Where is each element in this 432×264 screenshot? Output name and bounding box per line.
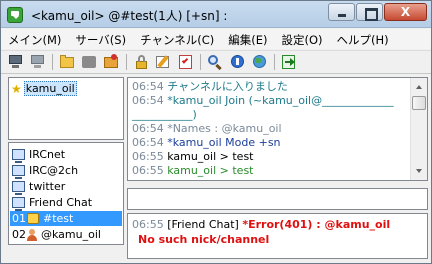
title-bar[interactable]: <kamu_oil> @#test(1人) [+sn] : X bbox=[1, 1, 431, 28]
log-line-continued: ___________) bbox=[132, 108, 197, 121]
tree-item-channel-selected[interactable]: 01 #test bbox=[10, 211, 122, 226]
channel-icon[interactable] bbox=[79, 53, 100, 71]
user-icon bbox=[27, 228, 37, 241]
toolbar-separator bbox=[274, 54, 275, 70]
computer-icon bbox=[12, 197, 25, 211]
log-line: 06:54 *Names : @kamu_oil bbox=[132, 122, 282, 135]
menu-help[interactable]: ヘルプ(H) bbox=[330, 29, 396, 49]
main-window: <kamu_oil> @#test(1人) [+sn] : X メイン(M) サ… bbox=[0, 0, 432, 264]
minimize-button[interactable] bbox=[328, 3, 355, 21]
system-message-pane[interactable]: 06:55 [Friend Chat] *Error(401) : @kamu_… bbox=[127, 213, 428, 259]
computer-icon bbox=[12, 181, 25, 195]
star-icon: ★ bbox=[11, 81, 22, 96]
window-controls: X bbox=[327, 3, 427, 21]
tree-item-label: IRC@2ch bbox=[29, 164, 79, 177]
log-line: 06:54 *kamu_oil Mode +sn bbox=[132, 136, 281, 149]
chat-log[interactable]: 06:54 チャンネルに入りました 06:54 *kamu_oil Join (… bbox=[127, 77, 428, 181]
log-line: 06:55 kamu_oil > test bbox=[132, 164, 254, 177]
tree-item-index: 02 bbox=[12, 228, 26, 241]
channel-icon bbox=[27, 213, 39, 224]
server-tree-pane: IRCnet IRC@2ch twitter Friend Chat 01 #t… bbox=[8, 142, 124, 245]
menu-channel[interactable]: チャンネル(C) bbox=[133, 29, 221, 49]
menu-settings[interactable]: 設定(O) bbox=[275, 29, 330, 49]
tree-item-server[interactable]: IRCnet bbox=[12, 147, 66, 163]
checklist-icon[interactable] bbox=[175, 53, 196, 71]
message-input[interactable] bbox=[127, 188, 428, 210]
tree-item-server[interactable]: twitter bbox=[12, 179, 66, 195]
open-folder-icon[interactable] bbox=[57, 53, 78, 71]
scroll-up-button[interactable] bbox=[411, 78, 427, 95]
leave-icon[interactable] bbox=[101, 53, 122, 71]
maximize-button[interactable] bbox=[356, 3, 383, 21]
tree-item-label: #test bbox=[43, 212, 74, 225]
menu-server[interactable]: サーバ(S) bbox=[68, 29, 133, 49]
error-detail: No such nick/channel bbox=[138, 233, 270, 246]
scroll-down-button[interactable] bbox=[411, 163, 427, 180]
app-icon[interactable] bbox=[7, 7, 23, 23]
window-title: <kamu_oil> @#test(1人) [+sn] : bbox=[31, 9, 228, 23]
info-icon[interactable] bbox=[227, 53, 248, 71]
tree-item-label: @kamu_oil bbox=[41, 228, 101, 241]
connect-icon[interactable] bbox=[5, 53, 26, 71]
log-line: 06:55 kamu_oil > test bbox=[132, 150, 254, 163]
disconnect-icon[interactable] bbox=[27, 53, 48, 71]
channel-list-item[interactable]: ★ kamu_oil bbox=[11, 81, 77, 96]
close-button[interactable]: X bbox=[384, 3, 427, 21]
channel-list-item-label: kamu_oil bbox=[23, 81, 77, 96]
toolbar-separator bbox=[52, 54, 53, 70]
edit-icon[interactable] bbox=[153, 53, 174, 71]
chat-log-scrollbar[interactable] bbox=[410, 78, 427, 180]
error-line: 06:55 [Friend Chat] *Error(401) : @kamu_… bbox=[132, 218, 391, 231]
channel-list-pane[interactable]: ★ kamu_oil bbox=[8, 77, 124, 140]
menu-main[interactable]: メイン(M) bbox=[1, 29, 68, 49]
toolbar bbox=[1, 50, 431, 74]
lock-icon[interactable] bbox=[131, 53, 152, 71]
log-line: 06:54 *kamu_oil Join (~kamu_oil@________… bbox=[132, 94, 394, 107]
toolbar-separator bbox=[200, 54, 201, 70]
toolbar-separator bbox=[126, 54, 127, 70]
computer-icon bbox=[12, 165, 25, 179]
tree-item-server[interactable]: Friend Chat bbox=[12, 195, 93, 211]
status-strip bbox=[8, 246, 124, 259]
exit-icon[interactable] bbox=[279, 53, 300, 71]
scroll-thumb[interactable] bbox=[412, 96, 426, 110]
menu-bar: メイン(M) サーバ(S) チャンネル(C) 編集(E) 設定(O) ヘルプ(H… bbox=[1, 29, 431, 49]
menu-edit[interactable]: 編集(E) bbox=[221, 29, 274, 49]
close-icon: X bbox=[400, 5, 411, 19]
log-line: 06:54 チャンネルに入りました bbox=[132, 80, 288, 93]
globe-icon[interactable] bbox=[249, 53, 270, 71]
tree-item-server[interactable]: IRC@2ch bbox=[12, 163, 79, 179]
tree-item-channel[interactable]: 02 @kamu_oil bbox=[12, 227, 101, 242]
tree-item-index: 01 bbox=[12, 212, 26, 225]
computer-icon bbox=[12, 149, 25, 163]
tree-item-label: IRCnet bbox=[29, 148, 66, 161]
search-icon[interactable] bbox=[205, 53, 226, 71]
tree-item-label: twitter bbox=[29, 180, 66, 193]
tree-item-label: Friend Chat bbox=[29, 196, 93, 209]
